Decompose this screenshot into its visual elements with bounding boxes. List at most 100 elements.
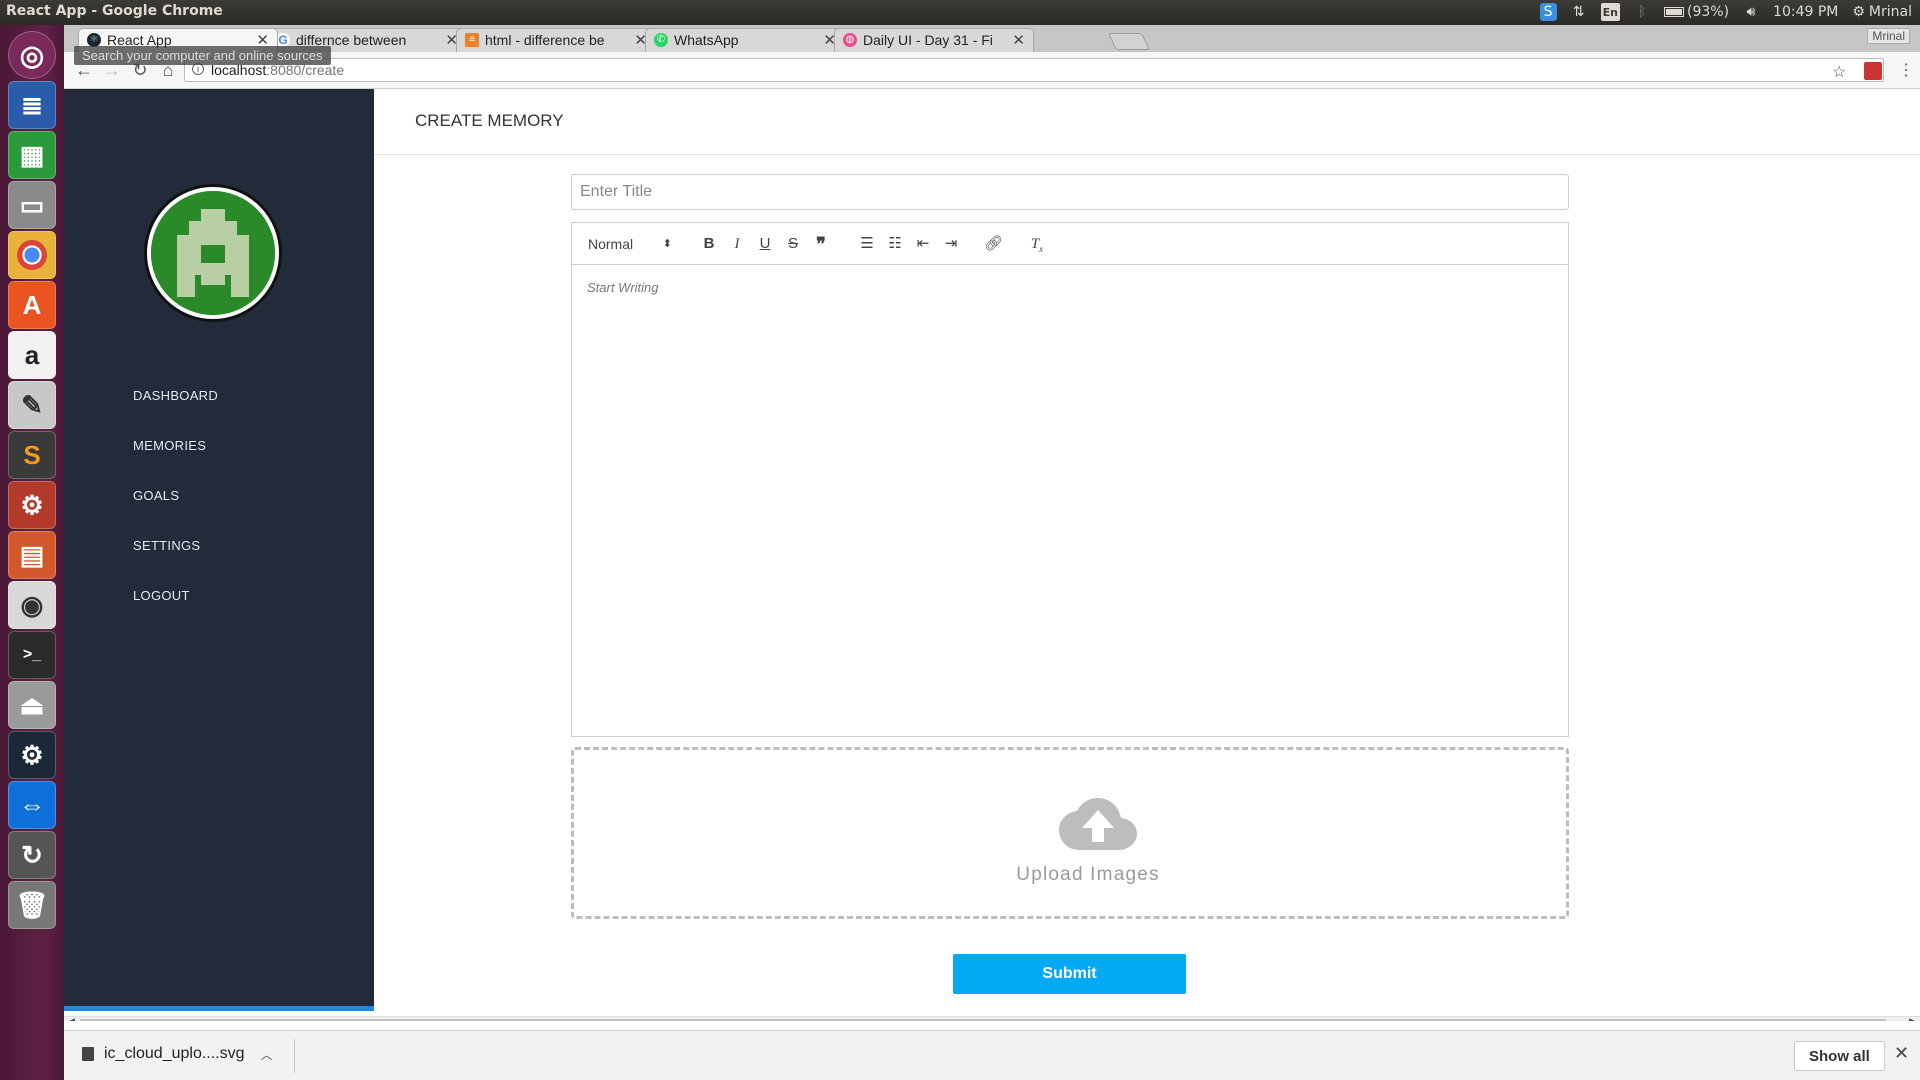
battery-icon [1663,7,1684,17]
system-settings-icon[interactable]: ⚙ [8,481,56,529]
profile-button[interactable]: Mrinal [1867,28,1910,44]
tab-label: WhatsApp [674,32,739,48]
scrollbar-thumb[interactable] [80,1019,1886,1021]
sidebar-item-settings[interactable]: SETTINGS [133,538,200,553]
unity-launcher: ◎ ≣ ▦ ▭ A a ✎ S ⚙ ▤ ◉ >_ ⏏ ⚙ ⇔ ↻ 🗑︎ [0,25,64,1080]
battery-indicator[interactable]: (93%) [1663,4,1730,20]
select-arrows-icon: ⬍ [662,238,672,250]
download-shelf: ic_cloud_uplo....svg ︿ Show all ✕ [64,1030,1920,1080]
calc-icon[interactable]: ▦ [8,131,56,179]
scroll-right-icon[interactable]: ▶ [1909,1016,1916,1021]
sidebar-item-dashboard[interactable]: DASHBOARD [133,388,218,403]
submit-button[interactable]: Submit [953,954,1186,994]
user-name: Mrinal [1868,4,1912,20]
battery-percent: (93%) [1686,4,1730,20]
google-favicon-icon: G [276,33,290,47]
network-icon[interactable]: ⇅ [1571,3,1587,21]
bullet-list-icon[interactable]: ☷ [886,234,904,254]
system-tray: S ⇅ En ᛒ (93%) 🔊︎ 10:49 PM ⚙ Mrinal [1539,3,1912,21]
tab-close-icon[interactable]: ✕ [1008,31,1025,49]
whatsapp-favicon-icon: ✆ [654,33,668,47]
title-input[interactable] [571,174,1569,210]
bluetooth-icon[interactable]: ᛒ [1634,3,1650,21]
usb-creator-icon[interactable]: ⏏ [8,681,56,729]
sublime-text-icon[interactable]: S [8,431,56,479]
file-icon [82,1047,94,1061]
tab-label: Daily UI - Day 31 - Fi [863,32,993,48]
extension-icon[interactable] [1864,62,1882,80]
cloud-upload-icon [1059,798,1137,850]
dribbble-favicon-icon: ◍ [843,33,857,47]
editor-toolbar: Normal ⬍ B I U S ❞ ☰ ☷ ⇤ ⇥ 🔗︎ Tx [572,223,1568,265]
format-select[interactable]: Normal ⬍ [588,234,676,254]
clock[interactable]: 10:49 PM [1773,4,1838,20]
amazon-icon[interactable]: a [8,331,56,379]
impress-icon[interactable]: ▤ [8,531,56,579]
system-top-panel: React App - Google Chrome S ⇅ En ᛒ (93%)… [0,0,1920,25]
browser-toolbar: ← → ↻ ⌂ i localhost:8080/create ☆ ⋮ [64,52,1920,89]
sidebar: DASHBOARD MEMORIES GOALS SETTINGS LOGOUT [64,89,374,1011]
keyboard-language[interactable]: En [1600,3,1620,21]
writer-icon[interactable]: ≣ [8,81,56,129]
ordered-list-icon[interactable]: ☰ [858,234,876,254]
software-updater-icon[interactable]: ↻ [8,831,56,879]
editor-content-area[interactable] [572,265,1568,736]
volume-icon[interactable]: 🔊︎ [1743,3,1759,21]
skype-icon[interactable]: S [1539,3,1557,21]
format-select-value: Normal [588,236,634,252]
outdent-icon[interactable]: ⇤ [914,234,932,254]
divider [294,1039,295,1073]
rich-text-editor: Normal ⬍ B I U S ❞ ☰ ☷ ⇤ ⇥ 🔗︎ Tx Start W… [571,222,1569,737]
address-bar[interactable]: i localhost:8080/create [184,58,1884,82]
sidebar-item-memories[interactable]: MEMORIES [133,438,206,453]
camera-icon[interactable]: ◉ [8,581,56,629]
bold-icon[interactable]: B [700,234,718,254]
underline-icon[interactable]: U [756,234,774,254]
page-viewport: DASHBOARD MEMORIES GOALS SETTINGS LOGOUT… [64,89,1920,1021]
teamviewer-icon[interactable]: ⇔ [8,781,56,829]
tab-strip: ⚛ React App ✕ G differnce between ✕ ≡ ht… [64,25,1920,52]
react-favicon-icon: ⚛ [87,33,101,47]
download-file-name: ic_cloud_uplo....svg [104,1045,245,1062]
strikethrough-icon[interactable]: S [784,234,802,254]
avatar[interactable] [147,187,279,319]
steam-icon[interactable]: ⚙ [8,731,56,779]
blockquote-icon[interactable]: ❞ [812,234,830,254]
window-title: React App - Google Chrome [6,3,223,19]
link-icon[interactable]: 🔗︎ [984,234,1003,254]
download-item[interactable]: ic_cloud_uplo....svg ︿ [82,1045,273,1063]
stackoverflow-favicon-icon: ≡ [465,33,479,47]
clear-format-icon[interactable]: Tx [1028,234,1046,254]
chrome-icon[interactable] [8,231,56,279]
scroll-left-icon[interactable]: ◀ [68,1016,75,1021]
tab-label: html - difference be [485,32,605,48]
chevron-up-icon[interactable]: ︿ [261,1046,273,1063]
tab-stackoverflow[interactable]: ≡ html - difference be ✕ [456,28,656,52]
software-center-icon[interactable]: A [8,281,56,329]
pixel-avatar-icon [151,191,275,315]
terminal-icon[interactable]: >_ [8,631,56,679]
indent-icon[interactable]: ⇥ [942,234,960,254]
bookmark-star-icon[interactable]: ☆ [1832,62,1846,82]
upload-label: Upload Images [1016,864,1160,885]
text-editor-icon[interactable]: ✎ [8,381,56,429]
gear-icon: ⚙ [1852,4,1865,20]
sidebar-item-goals[interactable]: GOALS [133,488,179,503]
sidebar-item-logout[interactable]: LOGOUT [133,588,190,603]
files-icon[interactable]: ▭ [8,181,56,229]
tab-dribbble[interactable]: ◍ Daily UI - Day 31 - Fi ✕ [834,28,1034,52]
new-tab-button[interactable] [1108,33,1150,50]
editor-placeholder: Start Writing [587,280,659,295]
tab-whatsapp[interactable]: ✆ WhatsApp ✕ [645,28,845,52]
show-all-button[interactable]: Show all [1794,1041,1885,1071]
session-menu[interactable]: ⚙ Mrinal [1852,4,1912,20]
chrome-menu-icon[interactable]: ⋮ [1898,60,1914,80]
ubuntu-dash-icon[interactable]: ◎ [8,31,56,79]
page-title: CREATE MEMORY [415,111,564,130]
image-upload-dropzone[interactable]: Upload Images [571,747,1569,919]
close-icon[interactable]: ✕ [1894,1043,1909,1064]
horizontal-scrollbar[interactable]: ◀ ▶ [64,1016,1920,1021]
italic-icon[interactable]: I [728,234,746,254]
trash-icon[interactable]: 🗑︎ [8,881,56,929]
dash-search-tooltip: Search your computer and online sources [74,46,331,65]
